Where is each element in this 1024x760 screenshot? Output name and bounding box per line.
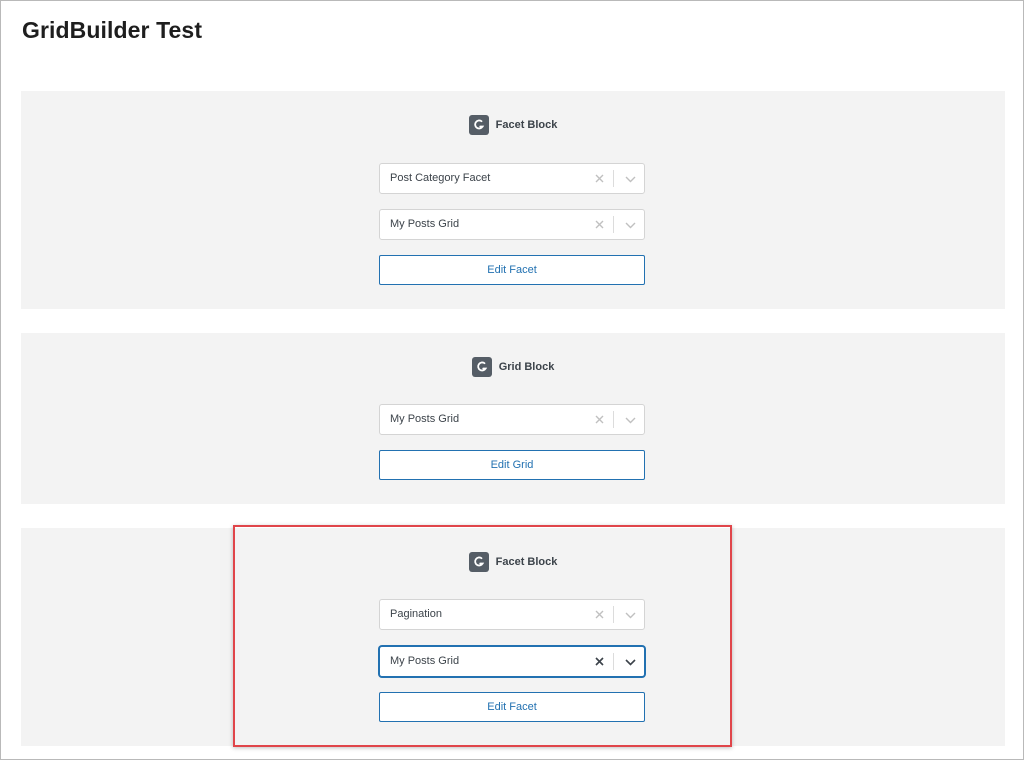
block-title: Facet Block — [495, 119, 558, 131]
facet-select[interactable]: Post Category Facet — [379, 163, 645, 194]
block-header: Facet Block — [21, 115, 1005, 135]
select-divider — [613, 170, 614, 187]
chevron-down-icon[interactable] — [623, 218, 637, 232]
gridbuilder-logo-icon — [468, 115, 489, 135]
gridbuilder-logo-icon — [471, 357, 492, 377]
block-header: Grid Block — [21, 357, 1005, 377]
page-title: GridBuilder Test — [22, 17, 203, 43]
select-value: Post Category Facet — [390, 172, 491, 184]
edit-facet-button[interactable]: Edit Facet — [379, 255, 645, 285]
chevron-down-icon[interactable] — [623, 172, 637, 186]
edit-grid-button[interactable]: Edit Grid — [379, 450, 645, 480]
select-divider — [613, 411, 614, 428]
chevron-down-icon[interactable] — [623, 413, 637, 427]
facet-block[interactable]: Facet Block Post Category Facet My Posts… — [21, 91, 1005, 309]
grid-select[interactable]: My Posts Grid — [379, 209, 645, 240]
close-icon[interactable] — [592, 412, 606, 426]
grid-block[interactable]: Grid Block My Posts Grid Edit Grid — [21, 333, 1005, 504]
block-title: Grid Block — [498, 361, 555, 373]
close-icon[interactable] — [592, 217, 606, 231]
close-icon[interactable] — [592, 171, 606, 185]
highlight-annotation — [233, 525, 732, 747]
select-divider — [613, 216, 614, 233]
select-value: My Posts Grid — [390, 413, 460, 425]
select-value: My Posts Grid — [390, 218, 460, 230]
grid-select[interactable]: My Posts Grid — [379, 404, 645, 435]
